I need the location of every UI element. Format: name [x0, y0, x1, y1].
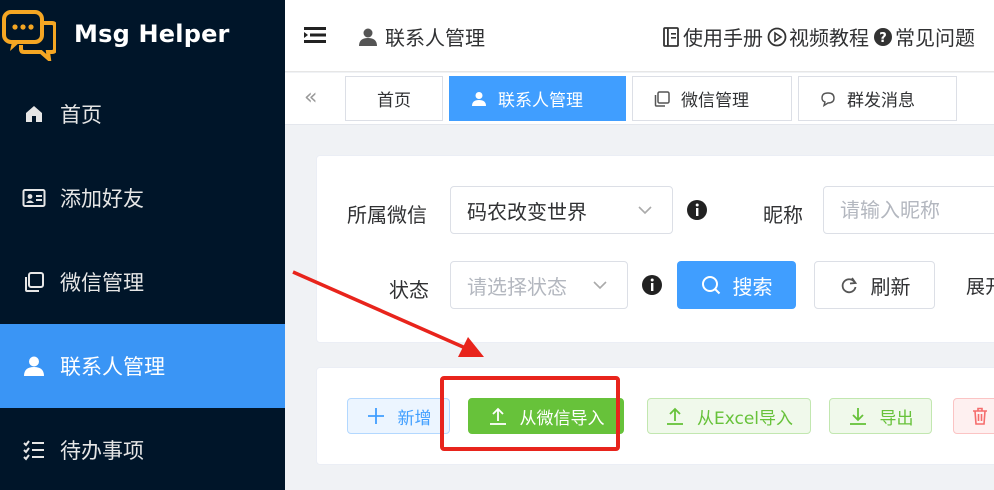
status-select-placeholder: 请选择状态: [467, 274, 567, 299]
manual-link[interactable]: 使用手册: [661, 22, 763, 51]
wechat-select-value: 码农改变世界: [467, 199, 587, 224]
chat-bubble-icon: [819, 90, 837, 108]
tab-home[interactable]: 首页: [345, 76, 443, 121]
import-from-wechat-label: 从微信导入: [519, 408, 605, 429]
home-icon: [22, 102, 46, 126]
chevron-down-icon: [638, 206, 652, 215]
refresh-button-label: 刷新: [870, 274, 911, 299]
add-button[interactable]: 新增: [347, 398, 450, 434]
menu-toggle-icon[interactable]: [304, 25, 326, 45]
add-button-label: 新增: [397, 408, 432, 429]
search-button[interactable]: 搜索: [677, 261, 796, 309]
sidebar-item-home[interactable]: 首页: [0, 72, 285, 156]
user-icon: [470, 90, 488, 108]
faq-link[interactable]: ? 常见问题: [873, 22, 975, 51]
breadcrumb: 联系人管理: [358, 22, 485, 51]
copy-icon: [653, 90, 671, 108]
search-button-label: 搜索: [732, 274, 773, 299]
tab-label: 首页: [377, 91, 411, 111]
app-name: Msg Helper: [74, 20, 230, 48]
tab-mass-message[interactable]: 群发消息: [798, 76, 957, 121]
play-circle-icon: [767, 26, 787, 48]
status-filter-label: 状态: [389, 278, 429, 302]
plus-icon: [366, 406, 386, 426]
sidebar: Msg Helper 首页 添加好友 微信管理 联系人管理 待办事项: [0, 0, 285, 490]
refresh-button[interactable]: 刷新: [814, 261, 935, 309]
breadcrumb-current: 联系人管理: [385, 26, 485, 50]
svg-text:?: ?: [879, 31, 887, 46]
app-logo: Msg Helper: [0, 0, 285, 72]
copy-icon: [22, 270, 46, 294]
manual-link-label: 使用手册: [683, 26, 763, 50]
top-header: 联系人管理 使用手册 视频教程 ? 常见问题: [285, 0, 994, 72]
tab-label: 微信管理: [681, 91, 749, 111]
question-circle-icon: ?: [873, 26, 893, 48]
upload-icon: [488, 406, 508, 426]
user-icon: [22, 354, 46, 378]
header-links: 使用手册 视频教程 ? 常见问题: [661, 22, 979, 51]
id-card-icon: [22, 186, 46, 210]
manual-icon: [661, 26, 681, 48]
status-select[interactable]: 请选择状态: [450, 261, 628, 309]
sidebar-item-todo[interactable]: 待办事项: [0, 408, 285, 490]
search-icon: [701, 275, 721, 295]
tab-label: 群发消息: [847, 91, 915, 111]
tab-wechat-manage[interactable]: 微信管理: [632, 76, 792, 121]
import-from-wechat-button[interactable]: 从微信导入: [468, 398, 624, 434]
import-from-excel-button[interactable]: 从Excel导入: [647, 398, 811, 434]
export-button[interactable]: 导出: [829, 398, 932, 434]
info-icon[interactable]: [641, 274, 663, 296]
refresh-icon: [839, 275, 859, 295]
expand-filters-label: 展开: [966, 275, 994, 298]
sidebar-item-label: 添加好友: [60, 187, 144, 211]
sidebar-item-wechat-manage[interactable]: 微信管理: [0, 240, 285, 324]
sidebar-item-label: 联系人管理: [60, 355, 165, 379]
info-icon[interactable]: [686, 199, 708, 221]
faq-label: 常见问题: [895, 26, 975, 50]
sidebar-item-contacts[interactable]: 联系人管理: [0, 324, 285, 408]
download-icon: [848, 406, 868, 426]
expand-filters-button[interactable]: 展开: [954, 261, 994, 309]
chevron-down-icon: [593, 281, 607, 290]
sidebar-item-add-friend[interactable]: 添加好友: [0, 156, 285, 240]
tabs-bar: « 首页 联系人管理 微信管理 群发消息: [285, 73, 994, 125]
wechat-filter-label: 所属微信: [347, 203, 427, 227]
video-tutorial-link[interactable]: 视频教程: [767, 22, 869, 51]
filter-panel: [316, 155, 994, 343]
chat-bubbles-logo-icon: [2, 10, 56, 61]
checklist-icon: [22, 438, 46, 462]
tab-contacts[interactable]: 联系人管理: [449, 76, 626, 121]
wechat-select[interactable]: 码农改变世界: [450, 186, 673, 234]
sidebar-item-label: 微信管理: [60, 271, 144, 295]
collapse-tabs-icon[interactable]: «: [304, 87, 324, 109]
upload-icon: [665, 406, 685, 426]
delete-button[interactable]: [953, 398, 994, 434]
video-tutorial-label: 视频教程: [789, 26, 869, 50]
user-icon: [359, 28, 377, 46]
tab-label: 联系人管理: [498, 91, 583, 111]
sidebar-item-label: 待办事项: [60, 439, 144, 463]
sidebar-item-label: 首页: [60, 103, 102, 127]
nickname-filter-label: 昵称: [763, 203, 803, 227]
trash-icon: [973, 407, 987, 425]
nickname-input[interactable]: [823, 186, 994, 234]
export-button-label: 导出: [879, 408, 914, 429]
import-from-excel-label: 从Excel导入: [696, 408, 794, 429]
